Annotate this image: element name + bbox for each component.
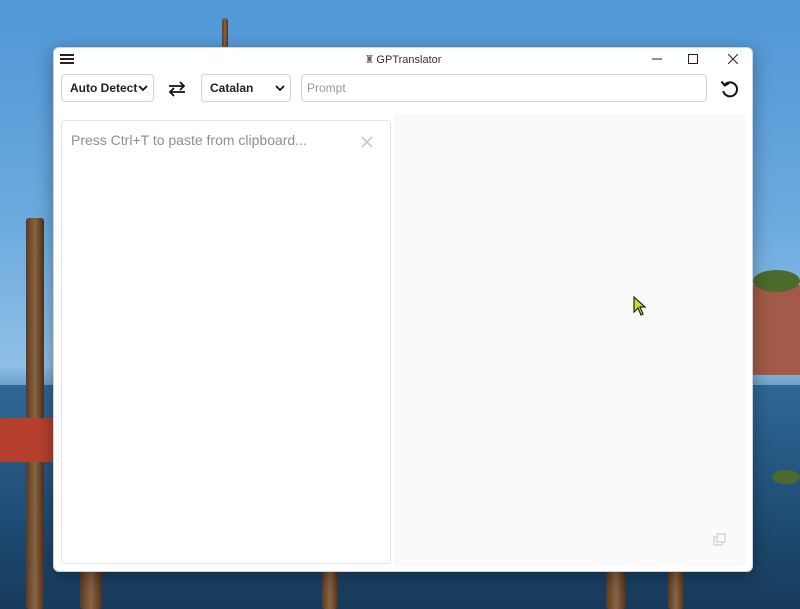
background-boat	[0, 418, 53, 462]
minimize-icon	[652, 58, 662, 60]
source-text-placeholder: Press Ctrl+T to paste from clipboard...	[71, 132, 307, 148]
chevron-down-icon	[138, 85, 148, 92]
background-pole	[26, 218, 44, 609]
clear-text-button[interactable]	[360, 135, 374, 149]
window-title-text: GPTranslator	[376, 54, 442, 66]
mouse-cursor-icon	[633, 296, 647, 316]
source-language-select[interactable]: Auto Detect	[61, 74, 154, 102]
background-pole	[222, 18, 228, 48]
translation-output-area	[394, 114, 746, 566]
close-icon	[728, 54, 738, 64]
maximize-button[interactable]	[673, 48, 713, 70]
toolbar: Auto Detect Catalan	[54, 74, 752, 104]
maximize-icon	[688, 54, 698, 64]
target-language-select[interactable]: Catalan	[201, 74, 291, 102]
minimize-button[interactable]	[637, 48, 677, 70]
background-trees	[753, 270, 800, 292]
copy-output-button[interactable]	[712, 532, 728, 548]
background-building	[753, 285, 800, 375]
refresh-button[interactable]	[719, 78, 741, 100]
title-bar: ♜ GPTranslator	[54, 48, 752, 72]
source-language-value: Auto Detect	[70, 81, 138, 95]
app-logo-icon: ♜	[364, 54, 375, 66]
source-text-area[interactable]: Press Ctrl+T to paste from clipboard...	[61, 120, 391, 564]
close-window-button[interactable]	[713, 48, 752, 70]
app-window: ♜ GPTranslator Auto Detect Catalan Promp…	[53, 47, 753, 572]
swap-languages-button[interactable]	[166, 79, 188, 99]
target-language-value: Catalan	[210, 81, 254, 95]
prompt-input[interactable]	[301, 74, 707, 102]
chevron-down-icon	[275, 85, 285, 92]
background-rock	[772, 470, 800, 484]
